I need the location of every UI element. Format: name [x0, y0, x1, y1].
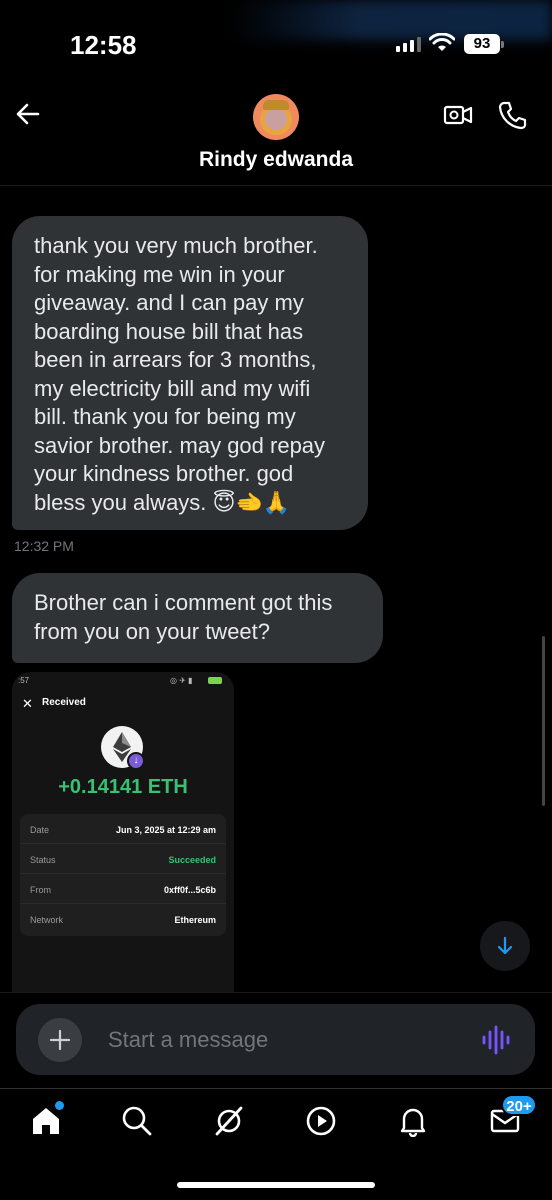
back-arrow-icon[interactable]: [14, 100, 42, 128]
detail-value: Ethereum: [174, 915, 216, 925]
scroll-to-bottom-button[interactable]: [480, 921, 530, 971]
detail-row: Status Succeeded: [20, 844, 226, 874]
detail-value: Jun 3, 2025 at 12:29 am: [115, 825, 216, 835]
add-media-button[interactable]: [38, 1018, 82, 1062]
message-input[interactable]: [108, 1026, 448, 1054]
nav-grok[interactable]: [213, 1105, 245, 1137]
status-time: 12:58: [70, 30, 137, 60]
voice-message-icon[interactable]: [482, 1025, 510, 1055]
avatar-hat: [263, 100, 289, 110]
message-text: Brother can i comment got this from you …: [34, 590, 333, 644]
message-timestamp: 12:32 PM: [14, 538, 74, 554]
detail-value: Succeeded: [168, 855, 216, 865]
plus-icon: [49, 1029, 71, 1051]
close-icon: ✕: [22, 696, 33, 711]
nav-messages[interactable]: 20+: [489, 1094, 537, 1137]
arrow-down-icon: [497, 936, 513, 955]
message-bubble-received[interactable]: Brother can i comment got this from you …: [12, 573, 383, 663]
message-emoji: 😇🫲🙏: [212, 490, 291, 516]
detail-label: Date: [30, 825, 50, 835]
scrollbar[interactable]: [542, 636, 545, 806]
bell-icon: [400, 1108, 426, 1138]
attachment-title: Received: [42, 697, 86, 708]
wifi-icon: [429, 33, 455, 51]
phone-call-icon[interactable]: [498, 100, 528, 130]
nav-search[interactable]: [121, 1105, 153, 1137]
nav-notifications[interactable]: [397, 1105, 429, 1138]
conversation-header: Rindy edwanda: [0, 80, 552, 186]
detail-row: Network Ethereum: [20, 904, 226, 934]
message-text: thank you very much brother. for making …: [34, 233, 326, 515]
unread-badge: 20+: [501, 1094, 537, 1116]
detail-label: Status: [30, 855, 56, 865]
notification-dot: [55, 1101, 64, 1110]
message-composer: [16, 1004, 535, 1075]
detail-label: From: [30, 885, 51, 895]
detail-value: 0xff0f...5c6b: [163, 885, 216, 895]
battery-indicator: 93: [464, 34, 500, 54]
contact-avatar[interactable]: [253, 94, 299, 140]
download-badge-icon: ↓: [127, 752, 145, 770]
attachment-status-icons: ◎ ✈ ▮: [170, 676, 193, 685]
status-glow: [230, 0, 552, 40]
battery-tip: [501, 41, 504, 48]
message-bubble-received[interactable]: thank you very much brother. for making …: [12, 216, 368, 530]
attachment-status-time: :57: [18, 676, 30, 685]
detail-label: Network: [30, 915, 64, 925]
signal-icon: [396, 36, 421, 52]
grok-icon: [215, 1106, 243, 1136]
attachment-battery-icon: [208, 677, 222, 684]
nav-home[interactable]: [30, 1101, 64, 1137]
play-icon: [306, 1106, 336, 1136]
detail-row: From 0xff0f...5c6b: [20, 874, 226, 904]
image-attachment[interactable]: :57 ◎ ✈ ▮ ✕ Received ↓ +0.14141 ETH Date…: [12, 672, 234, 1000]
detail-row: Date Jun 3, 2025 at 12:29 am: [20, 814, 226, 844]
video-call-icon[interactable]: [443, 100, 473, 130]
home-indicator: [177, 1182, 375, 1188]
avatar-face: [265, 108, 287, 130]
status-bar: 12:58 93: [0, 0, 552, 80]
transaction-details: Date Jun 3, 2025 at 12:29 am Status Succ…: [20, 814, 226, 936]
search-icon: [122, 1106, 152, 1136]
nav-video[interactable]: [305, 1105, 337, 1137]
transaction-amount: +0.14141 ETH: [58, 776, 188, 798]
contact-name[interactable]: Rindy edwanda: [0, 148, 552, 172]
